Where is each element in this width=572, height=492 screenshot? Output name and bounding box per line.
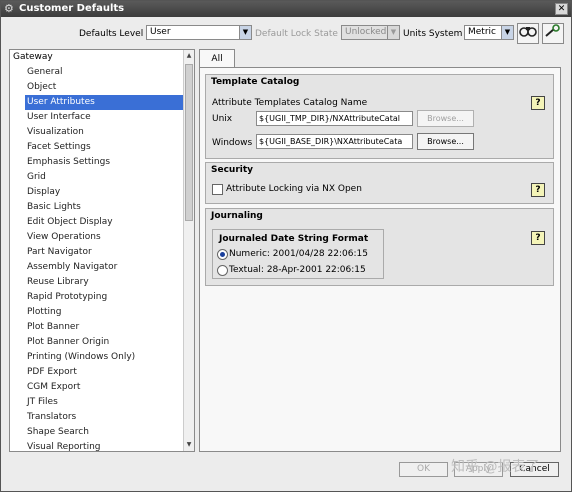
tree-item-rapid-prototyping[interactable]: Rapid Prototyping bbox=[10, 290, 194, 305]
customer-defaults-window: ⚙ Customer Defaults ✕ Defaults Level Use… bbox=[0, 0, 572, 492]
textual-format-label: Textual: 28-Apr-2001 22:06:15 bbox=[229, 265, 366, 275]
numeric-format-radio[interactable] bbox=[217, 249, 228, 260]
date-format-group: Journaled Date String Format Numeric: 20… bbox=[212, 229, 384, 279]
tree-item-visual-reporting[interactable]: Visual Reporting bbox=[10, 440, 194, 451]
security-title: Security bbox=[211, 165, 254, 175]
tree-item-shape-search[interactable]: Shape Search bbox=[10, 425, 194, 440]
tree-item-part-navigator[interactable]: Part Navigator bbox=[10, 245, 194, 260]
tree-item-plotting[interactable]: Plotting bbox=[10, 305, 194, 320]
close-button[interactable]: ✕ bbox=[555, 3, 568, 15]
windows-path-field[interactable]: ${UGII_BASE_DIR}\NXAttributeCata bbox=[256, 134, 413, 149]
help-icon[interactable]: ? bbox=[531, 96, 545, 110]
units-system-select[interactable]: Metric ▼ bbox=[464, 25, 514, 40]
attribute-locking-label: Attribute Locking via NX Open bbox=[226, 184, 362, 194]
tree-item-plot-banner-origin[interactable]: Plot Banner Origin bbox=[10, 335, 194, 350]
tab-all[interactable]: All bbox=[199, 49, 235, 68]
numeric-format-label: Numeric: 2001/04/28 22:06:15 bbox=[229, 249, 368, 259]
journaling-title: Journaling bbox=[211, 211, 263, 221]
catalog-name-label: Attribute Templates Catalog Name bbox=[212, 98, 368, 108]
template-catalog-title: Template Catalog bbox=[211, 77, 300, 87]
windows-label: Windows bbox=[212, 138, 253, 148]
default-lock-state-select: Unlocked ▼ bbox=[341, 25, 400, 40]
unix-label: Unix bbox=[212, 114, 233, 124]
tree-item-assembly-navigator[interactable]: Assembly Navigator bbox=[10, 260, 194, 275]
journaling-section: Journaling ? Journaled Date String Forma… bbox=[205, 208, 554, 286]
wrench-icon bbox=[545, 24, 560, 37]
help-icon[interactable]: ? bbox=[531, 183, 545, 197]
tree-item-display[interactable]: Display bbox=[10, 185, 194, 200]
tree-item-plot-banner[interactable]: Plot Banner bbox=[10, 320, 194, 335]
tree-item-object[interactable]: Object bbox=[10, 80, 194, 95]
defaults-level-value: User bbox=[150, 27, 171, 37]
tree-item-jt-files[interactable]: JT Files bbox=[10, 395, 194, 410]
windows-browse-button[interactable]: Browse... bbox=[417, 133, 474, 150]
window-title: Customer Defaults bbox=[19, 3, 125, 14]
scroll-up-icon[interactable]: ▲ bbox=[184, 50, 194, 62]
find-settings-button[interactable] bbox=[517, 23, 539, 44]
tree-item-cgm-export[interactable]: CGM Export bbox=[10, 380, 194, 395]
ok-button: OK bbox=[399, 462, 448, 477]
tree-item-general[interactable]: General bbox=[10, 65, 194, 80]
tree-item-visualization[interactable]: Visualization bbox=[10, 125, 194, 140]
chevron-down-icon: ▼ bbox=[387, 26, 399, 39]
tree-item-translators[interactable]: Translators bbox=[10, 410, 194, 425]
tree-item-emphasis-settings[interactable]: Emphasis Settings bbox=[10, 155, 194, 170]
chevron-down-icon[interactable]: ▼ bbox=[501, 26, 513, 39]
tree-scrollbar[interactable]: ▲ ▼ bbox=[183, 50, 194, 451]
default-lock-state-value: Unlocked bbox=[345, 27, 387, 37]
tab-panel: Template Catalog Attribute Templates Cat… bbox=[199, 67, 561, 452]
template-catalog-section: Template Catalog Attribute Templates Cat… bbox=[205, 74, 554, 159]
tree-root[interactable]: Gateway bbox=[10, 50, 194, 65]
tree-item-user-attributes[interactable]: User Attributes bbox=[10, 95, 194, 110]
default-lock-state-label: Default Lock State bbox=[255, 29, 338, 39]
tree-item-view-operations[interactable]: View Operations bbox=[10, 230, 194, 245]
watermark-text: 知乎 @报表了 bbox=[451, 459, 540, 475]
units-system-value: Metric bbox=[468, 27, 496, 37]
tree-item-printing[interactable]: Printing (Windows Only) bbox=[10, 350, 194, 365]
attribute-locking-checkbox[interactable] bbox=[212, 184, 223, 195]
unix-browse-button: Browse... bbox=[417, 110, 474, 127]
scrollbar-thumb[interactable] bbox=[185, 64, 193, 221]
tree-item-basic-lights[interactable]: Basic Lights bbox=[10, 200, 194, 215]
tree-item-grid[interactable]: Grid bbox=[10, 170, 194, 185]
unix-path-field[interactable]: ${UGII_TMP_DIR}/NXAttributeCatal bbox=[256, 111, 413, 126]
defaults-level-label: Defaults Level bbox=[79, 29, 144, 39]
binoculars-icon bbox=[519, 27, 537, 37]
category-tree[interactable]: Gateway General Object User Attributes U… bbox=[9, 49, 195, 452]
tree-item-pdf-export[interactable]: PDF Export bbox=[10, 365, 194, 380]
tree-item-user-interface[interactable]: User Interface bbox=[10, 110, 194, 125]
date-format-group-title: Journaled Date String Format bbox=[219, 234, 369, 244]
tree-item-edit-object-display[interactable]: Edit Object Display bbox=[10, 215, 194, 230]
gear-icon: ⚙ bbox=[4, 2, 14, 15]
textual-format-radio[interactable] bbox=[217, 265, 228, 276]
title-bar: ⚙ Customer Defaults ✕ bbox=[1, 1, 571, 17]
tree-item-reuse-library[interactable]: Reuse Library bbox=[10, 275, 194, 290]
units-system-label: Units System bbox=[403, 29, 463, 39]
settings-tool-button[interactable] bbox=[542, 23, 564, 44]
defaults-level-select[interactable]: User ▼ bbox=[146, 25, 252, 40]
scroll-down-icon[interactable]: ▼ bbox=[184, 439, 194, 451]
security-section: Security Attribute Locking via NX Open ? bbox=[205, 162, 554, 204]
help-icon[interactable]: ? bbox=[531, 231, 545, 245]
chevron-down-icon[interactable]: ▼ bbox=[239, 26, 251, 39]
tree-item-facet-settings[interactable]: Facet Settings bbox=[10, 140, 194, 155]
